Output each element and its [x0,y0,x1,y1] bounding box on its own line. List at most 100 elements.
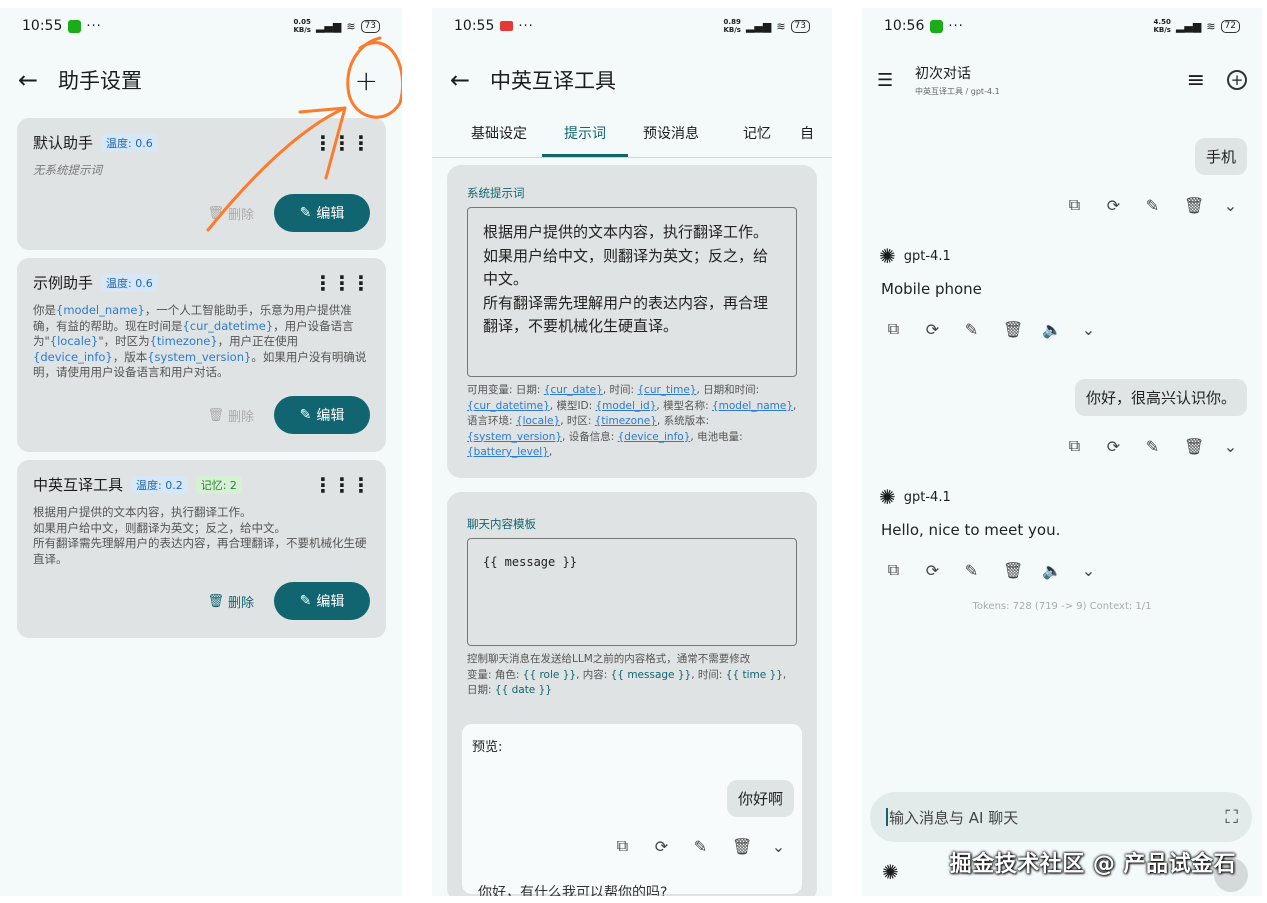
copy-icon[interactable]: ⧉ [886,560,901,580]
network-speed: 0.89 KB/s [723,18,741,34]
regenerate-icon[interactable]: ⟳ [654,837,669,856]
assistant-name: 示例助手 [33,274,94,292]
regenerate-icon[interactable]: ⟳ [1106,196,1121,215]
memory-badge: 记忆: 2 [195,475,242,494]
trash-icon[interactable]: 🗑 [1184,437,1204,456]
preview-user-bubble: 你好啊 [726,780,794,817]
chevron-down-icon[interactable]: ⌄ [771,837,786,856]
signal-icon: ▂▄▆ [1175,19,1202,33]
app-bar: ← 助手设置 + [0,52,402,108]
model-select-icon[interactable]: ✺ [882,860,899,884]
system-prompt-input[interactable]: 根据用户提供的文本内容，执行翻译工作。 如果用户给中文，则翻译为英文；反之，给中… [467,207,797,377]
scan-icon[interactable]: ⛶ [1225,807,1238,828]
assistant-settings-screen: 10:55 ··· 0.05 KB/s ▂▄▆ ≋ 73 ← 助手设置 + 默认助… [0,8,402,896]
drag-handle-icon[interactable]: ⋮⋮⋮ [313,133,371,153]
assistant-name: 中英互译工具 [33,476,124,494]
notification-icon [500,21,514,31]
chevron-down-icon[interactable]: ⌄ [1081,320,1096,339]
model-name: gpt-4.1 [903,248,951,264]
tab-basic[interactable]: 基础设定 [456,114,542,157]
delete-button: 🗑 删除 [207,407,254,425]
page-title: 助手设置 [58,69,142,93]
status-bar: 10:55 ··· 0.05 KB/s ▂▄▆ ≋ 73 [0,8,402,44]
trash-icon: 🗑 [207,593,224,609]
model-name: gpt-4.1 [903,489,951,505]
tab-more[interactable]: 自 [800,114,816,157]
assistant-message: Hello, nice to meet you. [881,521,1061,539]
user-message: 手机 [1194,138,1247,175]
copy-icon[interactable]: ⧉ [1067,436,1082,456]
battery-indicator: 73 [360,19,380,33]
more-notifications-icon: ··· [518,18,534,34]
copy-icon[interactable]: ⧉ [1067,195,1082,215]
assistant-description: 根据用户提供的文本内容，执行翻译工作。 如果用户给中文，则翻译为英文；反之，给中… [33,505,367,566]
wifi-icon: ≋ [1206,19,1216,33]
preview-message-actions: ⧉ ⟳ ✎ 🗑 ⌄ [615,836,786,856]
chat-screen: 10:56 ··· 4.50 KB/s ▂▄▆ ≋ 72 ☰ 初次对话 中英互译工… [862,8,1262,896]
trash-icon[interactable]: 🗑 [732,837,752,856]
add-assistant-button[interactable]: + [355,64,378,97]
wechat-icon [68,19,82,33]
trash-icon: 🗑 [207,205,224,221]
chevron-down-icon[interactable]: ⌄ [1223,196,1238,215]
hamburger-menu-icon[interactable]: ≡ [1187,68,1205,93]
pencil-icon[interactable]: ✎ [964,320,979,339]
temperature-badge: 温度: 0.6 [101,273,158,292]
back-arrow-icon[interactable]: ← [18,66,48,94]
assistant-card-example[interactable]: 示例助手 温度: 0.6 ⋮⋮⋮ 你是{model_name}，一个人工智能助手… [17,258,386,452]
temperature-badge: 温度: 0.6 [101,133,158,152]
tab-prompt[interactable]: 提示词 [542,114,628,157]
speaker-icon[interactable]: 🔈 [1042,561,1062,580]
copy-icon[interactable]: ⧉ [615,836,630,856]
pencil-icon[interactable]: ✎ [693,837,708,856]
chevron-down-icon[interactable]: ⌄ [1223,437,1238,456]
trash-icon[interactable]: 🗑 [1003,561,1023,580]
status-bar: 10:55 ··· 0.89 KB/s ▂▄▆ ≋ 73 [432,8,832,44]
edit-button[interactable]: ✎ 编辑 [274,194,370,232]
back-arrow-icon[interactable]: ← [450,66,480,94]
pencil-icon[interactable]: ✎ [1145,437,1160,456]
network-speed: 0.05 KB/s [293,18,311,34]
new-chat-icon[interactable]: + [1227,70,1247,90]
assistant-card-default[interactable]: 默认助手 温度: 0.6 ⋮⋮⋮ 无系统提示词 🗑 删除 ✎ 编辑 [17,118,386,250]
edit-button[interactable]: ✎ 编辑 [274,396,370,434]
chat-input[interactable]: 输入消息与 AI 聊天 ⛶ [870,792,1252,842]
assistant-card-translator[interactable]: 中英互译工具 温度: 0.2 记忆: 2 ⋮⋮⋮ 根据用户提供的文本内容，执行翻… [17,460,386,638]
chat-template-input[interactable]: {{ message }} [467,538,797,646]
status-time: 10:56 [884,18,925,34]
delete-button[interactable]: 🗑 删除 [207,592,254,611]
regenerate-icon[interactable]: ⟳ [925,561,940,580]
drag-handle-icon[interactable]: ⋮⋮⋮ [313,273,371,293]
assistant-header: ✺ gpt-4.1 [879,485,951,509]
trash-icon[interactable]: 🗑 [1184,196,1204,215]
assistant-header: ✺ gpt-4.1 [879,244,951,268]
message-actions: ⧉ ⟳ ✎ 🗑 ⌄ [1067,436,1238,456]
prompt-settings-screen: 10:55 ··· 0.89 KB/s ▂▄▆ ≋ 73 ← 中英互译工具 基础设… [432,8,832,896]
user-message: 你好，很高兴认识你。 [1074,379,1247,416]
chat-app-bar: ☰ 初次对话 中英互译工具 / gpt-4.1 ≡ + [862,52,1262,108]
battery-indicator: 72 [1220,19,1240,33]
edit-button[interactable]: ✎ 编辑 [274,582,370,620]
wechat-icon [930,19,944,33]
drag-handle-icon[interactable]: ⋮⋮⋮ [313,475,371,495]
conversation-list-icon[interactable]: ☰ [877,70,907,91]
regenerate-icon[interactable]: ⟳ [1106,437,1121,456]
tab-memory[interactable]: 记忆 [714,114,800,157]
pencil-icon[interactable]: ✎ [964,561,979,580]
more-notifications-icon: ··· [86,18,102,34]
tab-preset-messages[interactable]: 预设消息 [628,114,714,157]
regenerate-icon[interactable]: ⟳ [925,320,940,339]
status-bar: 10:56 ··· 4.50 KB/s ▂▄▆ ≋ 72 [862,8,1262,44]
chevron-down-icon[interactable]: ⌄ [1081,561,1096,580]
trash-icon[interactable]: 🗑 [1003,320,1023,339]
speaker-icon[interactable]: 🔈 [1042,320,1062,339]
signal-icon: ▂▄▆ [315,19,342,33]
copy-icon[interactable]: ⧉ [886,319,901,339]
delete-button: 🗑 删除 [207,205,254,223]
preview-assistant-reply: 你好，有什么我可以帮你的吗? [478,885,668,896]
pencil-icon[interactable]: ✎ [1145,196,1160,215]
wifi-icon: ≋ [776,19,786,33]
tab-bar: 基础设定 提示词 预设消息 记忆 自 [432,114,832,158]
network-speed: 4.50 KB/s [1153,18,1171,34]
assistant-description: 无系统提示词 [33,163,102,177]
